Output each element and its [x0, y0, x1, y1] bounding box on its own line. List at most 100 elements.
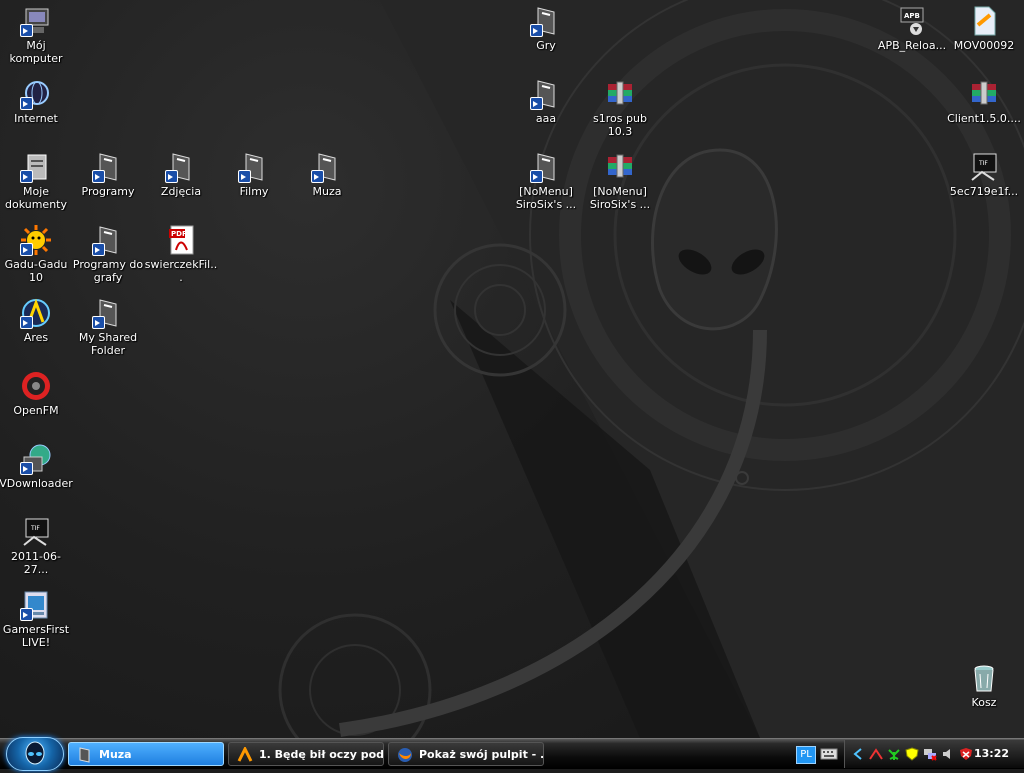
- desktop-icon-s1ros[interactable]: s1ros pub 10.3: [583, 75, 657, 145]
- computer-icon: [20, 5, 52, 37]
- desktop-icon-nomenu-1[interactable]: [NoMenu] SiroSix's ...: [509, 148, 583, 218]
- leaf-icon[interactable]: [887, 747, 901, 761]
- pdf-file-icon: PDF: [165, 224, 197, 256]
- desktop-icon-label: Ares: [23, 331, 49, 344]
- folder-shortcut-icon: [530, 5, 562, 37]
- gamersfirst-icon: [20, 589, 52, 621]
- desktop-icon-muza[interactable]: Muza: [290, 148, 364, 218]
- language-indicator[interactable]: PL: [796, 746, 816, 764]
- tif-image-file-icon: TIF: [968, 151, 1000, 183]
- desktop-icon-label: 2011-06-27...: [11, 550, 61, 576]
- firefox-icon: [397, 747, 413, 763]
- tif-glyph-text: TIF: [30, 525, 40, 532]
- desktop-icon-label: [NoMenu] SiroSix's ...: [589, 185, 651, 211]
- desktop-icon-label: APB_Reloa...: [877, 39, 947, 52]
- taskbar: Muza 1. Będę bił oczy pod... Pokaż swój …: [0, 737, 1024, 771]
- desktop-icon-zdjecia[interactable]: Zdjęcia: [144, 148, 218, 218]
- folder-shortcut-icon: [92, 151, 124, 183]
- desktop-icon-filmy[interactable]: Filmy: [217, 148, 291, 218]
- desktop-icon-gry[interactable]: Gry: [509, 2, 583, 72]
- desktop-icon-moj-komputer[interactable]: Mój komputer: [0, 2, 73, 72]
- start-button[interactable]: [6, 737, 64, 771]
- desktop-icon-moje-dokumenty[interactable]: Moje dokumenty: [0, 148, 73, 218]
- desktop-icon-swierczek-pdf[interactable]: PDF swierczekFil...: [144, 221, 218, 291]
- desktop-icon-tif-5ec[interactable]: TIF 5ec719e1f...: [947, 148, 1021, 218]
- desktop-icon-label: Programy: [81, 185, 135, 198]
- task-label: Muza: [99, 748, 132, 761]
- internet-globe-icon: [20, 78, 52, 110]
- desktop-icon-nomenu-2[interactable]: [NoMenu] SiroSix's ...: [583, 148, 657, 218]
- apb-installer-icon: APB: [896, 5, 928, 37]
- network-icon[interactable]: [869, 747, 883, 761]
- shield-icon[interactable]: [905, 747, 919, 761]
- desktop-icon-programy-do-grafy[interactable]: Programy do grafy: [71, 221, 145, 291]
- folder-shortcut-icon: [238, 151, 270, 183]
- task-label: 1. Będę bił oczy pod...: [259, 748, 384, 761]
- tif-glyph-text: TIF: [978, 160, 988, 167]
- desktop-icon-openfm[interactable]: OpenFM: [0, 367, 73, 437]
- desktop-icon-label: s1ros pub 10.3: [593, 112, 647, 138]
- desktop-icon-label: Kosz: [971, 696, 997, 709]
- antivirus-icon[interactable]: [959, 747, 973, 761]
- folder-shortcut-icon: [165, 151, 197, 183]
- desktop-icon-label: Gry: [536, 39, 556, 52]
- desktop-icon-tif-2011[interactable]: TIF 2011-06-27...: [0, 513, 73, 583]
- task-button-firefox[interactable]: Pokaż swój pulpit - ...: [388, 742, 544, 766]
- desktop-icon-aaa[interactable]: aaa: [509, 75, 583, 145]
- desktop-icon-label: [NoMenu] SiroSix's ...: [515, 185, 577, 211]
- documents-folder-icon: [20, 151, 52, 183]
- desktop-icon-label: Zdjęcia: [160, 185, 202, 198]
- desktop-icon-ares[interactable]: Ares: [0, 294, 73, 364]
- desktop-icon-internet[interactable]: Internet: [0, 75, 73, 145]
- winrar-archive-icon: [604, 151, 636, 183]
- desktop-icon-label: VDownloader: [0, 477, 73, 490]
- openfm-icon: [20, 370, 52, 402]
- pdf-glyph-text: PDF: [171, 230, 187, 238]
- keyboard-icon[interactable]: [820, 747, 838, 761]
- gadu-gadu-sun-icon: [20, 224, 52, 256]
- desktop-icon-label: Mój komputer: [9, 39, 63, 65]
- tif-image-file-icon: TIF: [20, 516, 52, 548]
- winamp-icon: [237, 745, 253, 763]
- desktop-icon-label: OpenFM: [13, 404, 59, 417]
- folder-shortcut-icon: [530, 151, 562, 183]
- winrar-archive-icon: [968, 78, 1000, 110]
- desktop-icon-label: swierczekFil...: [144, 258, 218, 284]
- desktop-icon-label: Muza: [312, 185, 342, 198]
- desktop-icon-client[interactable]: Client1.5.0....: [947, 75, 1021, 145]
- task-label: Pokaż swój pulpit - ...: [419, 748, 544, 761]
- desktop-icon-gamersfirst[interactable]: GamersFirst LIVE!: [0, 586, 73, 656]
- desktop-icon-label: aaa: [535, 112, 557, 125]
- clock[interactable]: 13:22: [974, 747, 1009, 760]
- desktop-icon-vdownloader[interactable]: VDownloader: [0, 440, 73, 510]
- desktop-icon-gadu-gadu[interactable]: Gadu-Gadu 10: [0, 221, 73, 291]
- desktop-icon-label: Client1.5.0....: [947, 112, 1021, 125]
- desktop-icon-label: Filmy: [239, 185, 269, 198]
- desktop-icon-label: Programy do grafy: [72, 258, 144, 284]
- desktop-icon-kosz[interactable]: Kosz: [947, 659, 1021, 729]
- desktop-icon-label: Internet: [14, 112, 58, 125]
- desktop: Mój komputer Internet Moje dokumenty Gad…: [0, 0, 1024, 738]
- task-button-window-1[interactable]: 1. Będę bił oczy pod...: [228, 742, 384, 766]
- ares-icon: [20, 297, 52, 329]
- network-error-icon[interactable]: [923, 747, 937, 761]
- folder-shortcut-icon: [311, 151, 343, 183]
- desktop-icon-label: My Shared Folder: [78, 331, 138, 357]
- folder-shortcut-icon: [92, 297, 124, 329]
- desktop-icon-programy[interactable]: Programy: [71, 148, 145, 218]
- video-file-icon: [968, 5, 1000, 37]
- desktop-icon-label: 5ec719e1f...: [949, 185, 1019, 198]
- winrar-archive-icon: [604, 78, 636, 110]
- apb-glyph-text: APB: [904, 12, 920, 20]
- alien-logo-icon: [25, 741, 45, 765]
- chevron-left-icon[interactable]: [851, 747, 865, 761]
- recycle-bin-icon: [968, 662, 1000, 694]
- desktop-icon-apb[interactable]: APB APB_Reloa...: [875, 2, 949, 72]
- desktop-icon-mov[interactable]: MOV00092: [947, 2, 1021, 72]
- desktop-icon-label: MOV00092: [953, 39, 1015, 52]
- vdownloader-icon: [20, 443, 52, 475]
- desktop-icon-my-shared-folder[interactable]: My Shared Folder: [71, 294, 145, 364]
- speaker-icon[interactable]: [941, 747, 955, 761]
- task-button-muza[interactable]: Muza: [68, 742, 224, 766]
- folder-shortcut-icon: [92, 224, 124, 256]
